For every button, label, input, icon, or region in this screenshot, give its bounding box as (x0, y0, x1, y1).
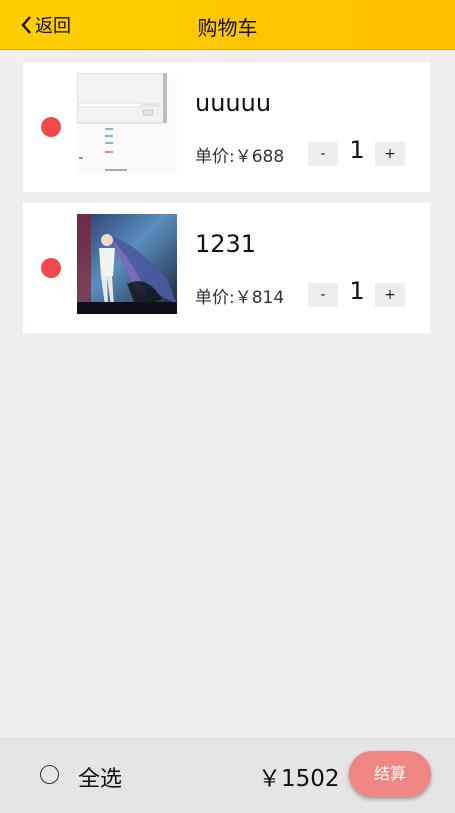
quantity: 1 (349, 136, 365, 164)
decrease-button[interactable]: - (308, 283, 338, 307)
item-select-radio[interactable] (41, 117, 61, 137)
top-bar: 返回 购物车 (0, 0, 455, 50)
quantity: 1 (349, 277, 365, 305)
decrease-button[interactable]: - (308, 142, 338, 166)
total-price: ￥1502 (258, 766, 340, 792)
product-image (77, 214, 177, 314)
select-all-radio[interactable] (40, 765, 59, 784)
page-title: 购物车 (197, 16, 258, 40)
item-select-radio[interactable] (41, 258, 61, 278)
unit-price: 单价:￥814 (195, 288, 285, 308)
unit-price: 单价:￥688 (195, 147, 285, 167)
product-name: uuuuu (195, 89, 272, 117)
checkout-bar: 全选 ￥1502 结算 (0, 737, 455, 813)
cart-item: uuuuu 单价:￥688 - 1 + (23, 62, 430, 192)
cart-item: 1231 单价:￥814 - 1 + (23, 203, 430, 333)
product-name: 1231 (195, 230, 257, 258)
increase-button[interactable]: + (375, 142, 405, 166)
select-all-label[interactable]: 全选 (78, 761, 122, 793)
checkout-button[interactable]: 结算 (349, 751, 431, 797)
increase-button[interactable]: + (375, 283, 405, 307)
product-image (77, 73, 177, 173)
